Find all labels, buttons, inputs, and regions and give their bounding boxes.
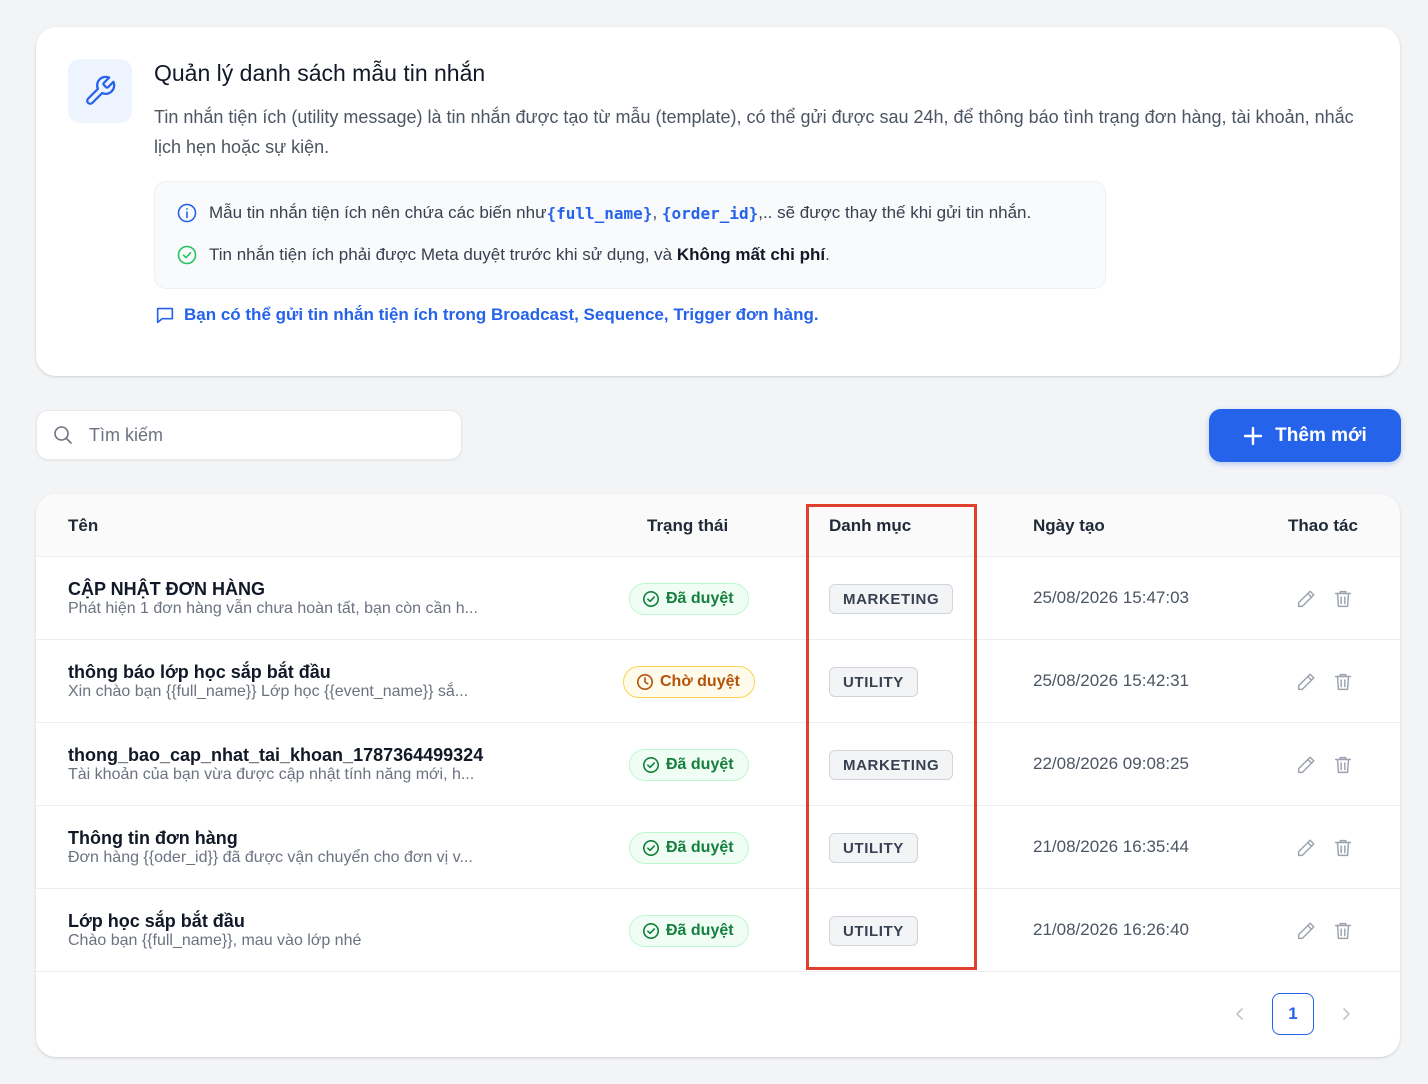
template-name: Thông tin đơn hàng xyxy=(68,828,238,848)
chat-icon xyxy=(154,304,176,326)
category-badge: UTILITY xyxy=(829,667,918,697)
info-card: Quản lý danh sách mẫu tin nhắn Tin nhắn … xyxy=(36,27,1400,376)
plus-icon xyxy=(1243,426,1263,446)
created-date: 21/08/2026 16:35:44 xyxy=(1033,837,1189,856)
created-date: 25/08/2026 15:47:03 xyxy=(1033,588,1189,607)
template-name: Lớp học sắp bắt đầu xyxy=(68,911,245,931)
page-title: Quản lý danh sách mẫu tin nhắn xyxy=(154,60,486,86)
check-circle-icon xyxy=(642,590,660,608)
page-description: Tin nhắn tiện ích (utility message) là t… xyxy=(154,107,1354,157)
template-preview: Chào bạn {{full_name}}, mau vào lớp nhé xyxy=(68,932,362,949)
check-circle-icon xyxy=(642,756,660,774)
table-row[interactable]: CẬP NHẬT ĐƠN HÀNG Phát hiện 1 đơn hàng v… xyxy=(36,557,1400,640)
created-date: 25/08/2026 15:42:31 xyxy=(1033,671,1189,690)
trash-icon[interactable] xyxy=(1331,587,1355,611)
category-badge: MARKETING xyxy=(829,584,954,614)
trash-icon[interactable] xyxy=(1331,919,1355,943)
column-header-created: Ngày tạo xyxy=(1033,516,1105,535)
note-approval: Tin nhắn tiện ích phải được Meta duyệt t… xyxy=(177,245,830,265)
previous-page-button[interactable] xyxy=(1224,998,1256,1030)
status-badge: Đã duyệt xyxy=(629,583,749,615)
table-row[interactable]: Lớp học sắp bắt đầu Chào bạn {{full_name… xyxy=(36,889,1400,972)
column-header-category: Danh mục xyxy=(829,516,912,535)
status-badge: Chờ duyệt xyxy=(623,666,755,698)
trash-icon[interactable] xyxy=(1331,670,1355,694)
trash-icon[interactable] xyxy=(1331,753,1355,777)
status-badge: Đã duyệt xyxy=(629,915,749,947)
status-badge: Đã duyệt xyxy=(629,749,749,781)
check-circle-icon xyxy=(177,245,197,265)
category-badge: UTILITY xyxy=(829,916,918,946)
template-name: CẬP NHẬT ĐƠN HÀNG xyxy=(68,579,266,599)
variable-order-id: {order_id} xyxy=(661,203,759,223)
column-header-actions: Thao tác xyxy=(1288,516,1358,535)
template-name: thông báo lớp học sắp bắt đầu xyxy=(68,662,331,682)
add-new-button[interactable]: Thêm mới xyxy=(1209,409,1401,462)
table-row[interactable]: Thông tin đơn hàng Đơn hàng {{oder_id}} … xyxy=(36,806,1400,889)
search-box[interactable] xyxy=(36,410,462,460)
table-row[interactable]: thông báo lớp học sắp bắt đầu Xin chào b… xyxy=(36,640,1400,723)
template-preview: Phát hiện 1 đơn hàng vẫn chưa hoàn tất, … xyxy=(68,600,478,617)
clock-icon xyxy=(636,673,654,691)
edit-icon[interactable] xyxy=(1294,753,1318,777)
variable-full-name: {full_name} xyxy=(546,203,653,223)
table-header: Tên Trạng thái Danh mục Ngày tạo Thao tá… xyxy=(36,494,1400,557)
next-page-button[interactable] xyxy=(1330,998,1362,1030)
column-header-status: Trạng thái xyxy=(647,516,729,535)
template-name: thong_bao_cap_nhat_tai_khoan_17873644993… xyxy=(68,745,484,765)
info-icon xyxy=(177,203,197,223)
edit-icon[interactable] xyxy=(1294,836,1318,860)
table-row[interactable]: thong_bao_cap_nhat_tai_khoan_17873644993… xyxy=(36,723,1400,806)
channels-hint: Bạn có thể gửi tin nhắn tiện ích trong B… xyxy=(154,304,819,326)
trash-icon[interactable] xyxy=(1331,836,1355,860)
page-button[interactable]: 1 xyxy=(1272,993,1314,1035)
template-preview: Xin chào bạn {{full_name}} Lớp học {{eve… xyxy=(68,683,469,700)
templates-table: Tên Trạng thái Danh mục Ngày tạo Thao tá… xyxy=(36,494,1400,1057)
search-icon xyxy=(53,425,73,445)
template-preview: Đơn hàng {{oder_id}} đã được vận chuyển … xyxy=(68,849,473,866)
check-circle-icon xyxy=(642,839,660,857)
category-badge: MARKETING xyxy=(829,750,954,780)
edit-icon[interactable] xyxy=(1294,919,1318,943)
edit-icon[interactable] xyxy=(1294,587,1318,611)
column-header-name: Tên xyxy=(68,516,99,535)
note-variables: Mẫu tin nhắn tiện ích nên chứa các biến … xyxy=(177,203,1031,223)
check-circle-icon xyxy=(642,922,660,940)
category-badge: UTILITY xyxy=(829,833,918,863)
wrench-icon xyxy=(68,59,132,123)
template-preview: Tài khoản của bạn vừa được cập nhật tính… xyxy=(68,766,475,783)
search-input[interactable] xyxy=(89,424,429,446)
created-date: 22/08/2026 09:08:25 xyxy=(1033,754,1189,773)
created-date: 21/08/2026 16:26:40 xyxy=(1033,920,1189,939)
edit-icon[interactable] xyxy=(1294,670,1318,694)
status-badge: Đã duyệt xyxy=(629,832,749,864)
notes-box: Mẫu tin nhắn tiện ích nên chứa các biến … xyxy=(154,181,1106,289)
